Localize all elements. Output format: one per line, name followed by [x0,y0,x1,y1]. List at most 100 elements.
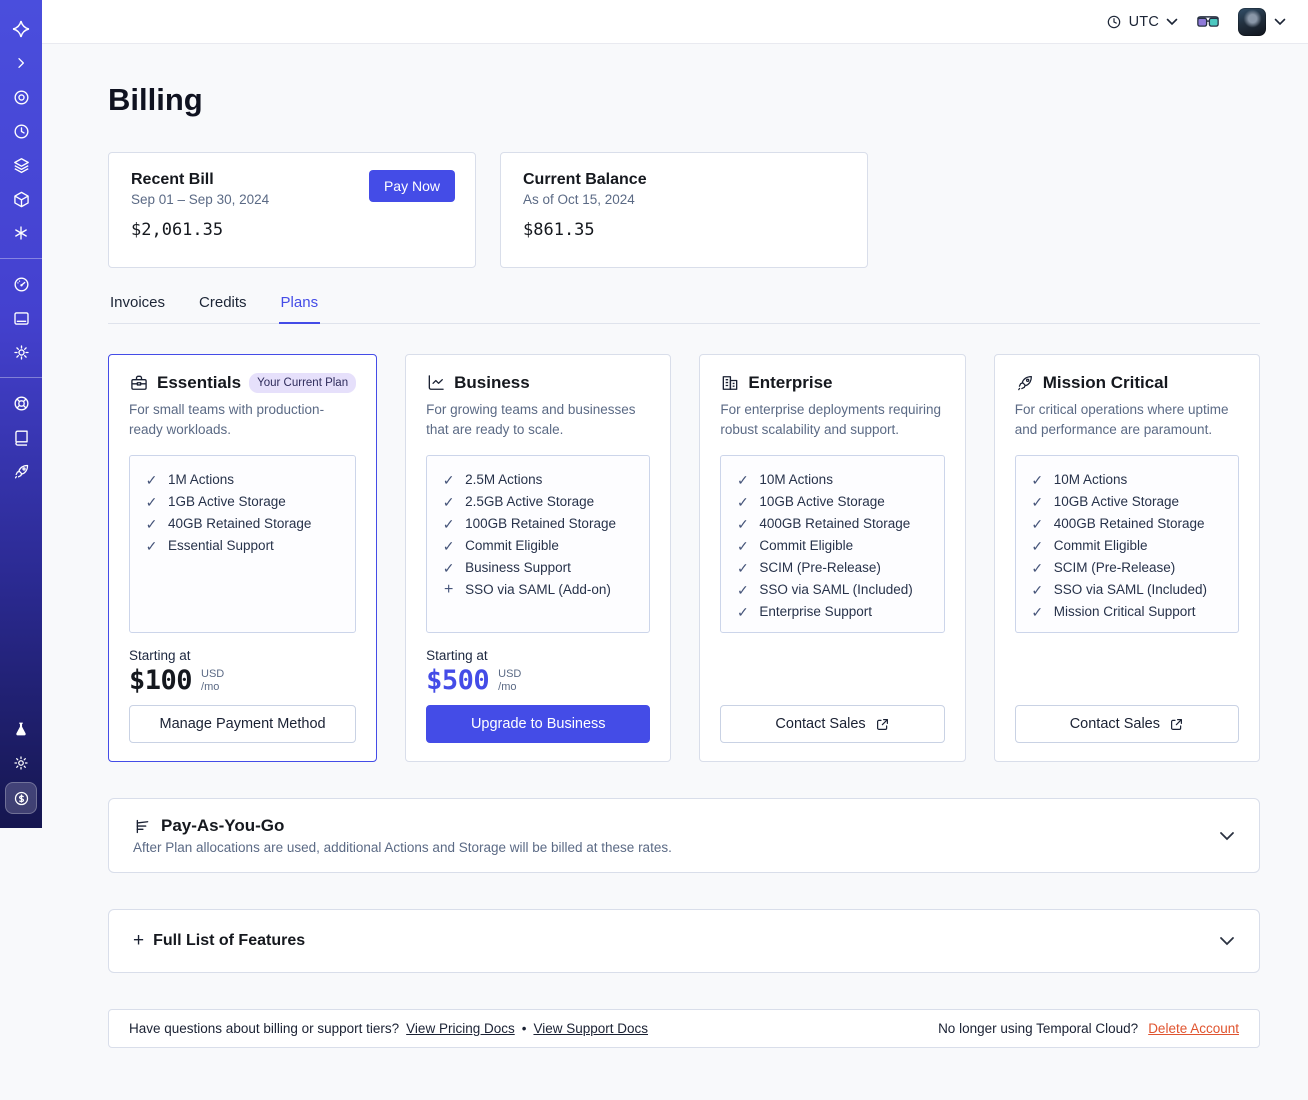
layers-icon[interactable] [0,148,42,182]
sidebar-divider [0,258,42,259]
usage-gauge-icon[interactable] [0,267,42,301]
recent-bill-card: Recent Bill Sep 01 – Sep 30, 2024 $2,061… [108,152,476,268]
summary-row: Recent Bill Sep 01 – Sep 30, 2024 $2,061… [108,152,1260,268]
check-icon: ✓ [145,537,158,554]
feature-item: ✓ Mission Critical Support [1031,601,1223,623]
rates-chart-icon [136,819,149,833]
feature-label: 10GB Active Storage [1053,493,1180,509]
check-icon: ✓ [1031,603,1044,620]
feature-label: SSO via SAML (Included) [759,581,913,597]
chevron-down-icon[interactable] [1219,831,1235,841]
plan-price: $500 [426,664,490,696]
feature-item: ✓ 2.5M Actions [442,469,634,491]
tab-plans[interactable]: Plans [278,294,321,324]
currency-label: USD [498,667,522,680]
delete-question: No longer using Temporal Cloud? [938,1021,1139,1036]
pay-as-you-go-panel[interactable]: Pay-As-You-Go After Plan allocations are… [108,798,1260,873]
feature-list: ✓ 1M Actions ✓ 1GB Active Storage ✓ 40GB… [145,469,340,557]
main-content: Billing Recent Bill Sep 01 – Sep 30, 202… [42,44,1308,1100]
feature-label: 10M Actions [1053,471,1128,487]
starting-at-label: Starting at [129,647,191,663]
cube-icon[interactable] [0,182,42,216]
check-icon: ✓ [1031,559,1044,576]
delete-account-link[interactable]: Delete Account [1148,1021,1239,1036]
collapse-chevron-icon[interactable] [0,46,42,80]
theme-sun-icon[interactable] [0,746,42,780]
feature-item: ✓ Commit Eligible [442,535,634,557]
support-lifebuoy-icon[interactable] [0,386,42,420]
check-icon: ✓ [737,515,749,532]
check-icon: ✓ [737,581,749,598]
plan-name: Business [454,373,530,392]
plan-card-business: Business For growing teams and businesse… [405,354,672,762]
feature-item: ✓ Commit Eligible [1031,535,1223,557]
feature-label: 10GB Active Storage [759,493,885,509]
feature-item: ✓ 400GB Retained Storage [1031,513,1223,535]
asterisk-icon[interactable] [0,216,42,250]
plus-icon: + [133,930,145,951]
tab-invoices[interactable]: Invoices [108,294,167,324]
check-icon: ✓ [442,471,455,488]
full-features-panel[interactable]: + Full List of Features [108,909,1260,973]
pay-now-button[interactable]: Pay Now [368,170,455,202]
docs-book-icon[interactable] [0,420,42,454]
bullet-separator: • [521,1021,527,1036]
billing-coin-icon[interactable] [5,782,37,814]
user-menu[interactable] [1238,7,1286,36]
timezone-selector[interactable]: UTC [1106,14,1178,30]
schedules-clock-icon[interactable] [0,114,42,148]
3d-glasses-icon[interactable] [1196,15,1220,29]
view-pricing-docs-link[interactable]: View Pricing Docs [406,1021,515,1036]
avatar [1238,7,1266,36]
feature-label: Mission Critical Support [1053,603,1196,619]
feature-label: Commit Eligible [1053,537,1148,553]
payg-subtitle: After Plan allocations are used, additio… [133,840,672,855]
temporal-logo-icon[interactable] [0,12,42,46]
chevron-down-icon[interactable] [1219,936,1235,946]
check-icon: ✓ [442,537,455,554]
billing-tabs: Invoices Credits Plans [108,294,1260,324]
browser-window-icon[interactable] [0,301,42,335]
current-balance-amount: $861.35 [523,220,595,240]
labs-flask-icon[interactable] [0,712,42,746]
feature-item: ✓ 400GB Retained Storage [736,513,928,535]
recent-bill-amount: $2,061.35 [131,220,224,240]
plan-description: For growing teams and businesses that ar… [426,402,636,438]
check-icon: ✓ [442,493,455,510]
plan-description: For enterprise deployments requiring rob… [720,402,942,438]
feature-item: ✓ 10M Actions [1031,469,1223,491]
view-support-docs-link[interactable]: View Support Docs [533,1021,648,1036]
upgrade-to-business-button[interactable]: Upgrade to Business [426,705,651,743]
namespaces-icon[interactable] [0,80,42,114]
feature-label: 1GB Active Storage [168,493,286,509]
check-icon: ✓ [737,493,749,510]
feature-item: + SSO via SAML (Add-on) [442,579,634,601]
feature-item: ✓ 1M Actions [145,469,340,491]
chevron-down-icon [1274,18,1286,25]
rocket-icon[interactable] [0,454,42,488]
buildings-icon [723,376,738,390]
price-block: Starting at $100 USD/mo [129,648,356,705]
price-block: Starting at $500 USD/mo [426,648,650,705]
check-icon: ✓ [737,559,749,576]
feature-label: 400GB Retained Storage [759,515,911,531]
tab-credits[interactable]: Credits [197,294,249,324]
current-balance-asof: As of Oct 15, 2024 [523,192,635,207]
check-icon: ✓ [1031,537,1044,554]
period-label: /mo [498,680,517,693]
check-icon: ✓ [145,515,158,532]
settings-gear-icon[interactable] [0,335,42,369]
feature-item: ✓ 1GB Active Storage [145,491,340,513]
full-features-title: Full List of Features [153,932,306,949]
feature-item: ✓ Business Support [442,557,634,579]
clock-icon [1107,15,1120,28]
feature-label: 2.5GB Active Storage [465,493,595,509]
contact-sales-button[interactable]: Contact Sales [1014,705,1239,743]
feature-label: 10M Actions [759,471,833,487]
plan-name: Essentials [157,373,242,392]
check-icon: ✓ [1031,515,1044,532]
manage-payment-method-button[interactable]: Manage Payment Method [129,705,357,743]
contact-sales-button[interactable]: Contact Sales [720,705,945,743]
feature-list: ✓ 2.5M Actions ✓ 2.5GB Active Storage ✓ … [442,469,634,601]
check-icon: ✓ [737,603,749,620]
